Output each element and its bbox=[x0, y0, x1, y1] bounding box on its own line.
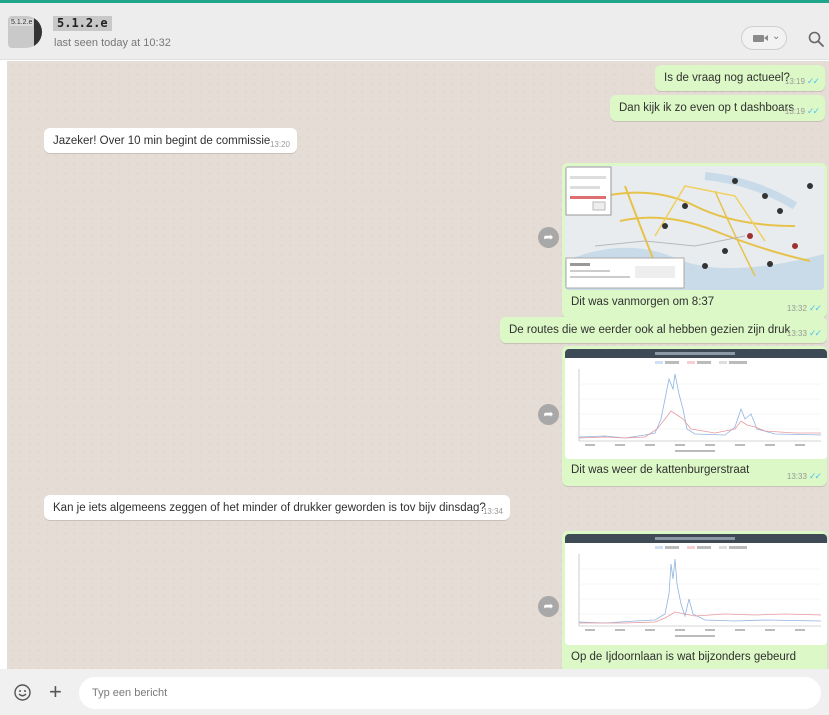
message-outgoing[interactable]: Dan kijk ik zo even op t dashboars 13:19… bbox=[610, 95, 825, 121]
video-camera-icon bbox=[753, 35, 764, 42]
chat-area[interactable]: Is de vraag nog actueel? 13:19 ✓✓ Dan kij… bbox=[7, 61, 829, 669]
message-outgoing-image[interactable]: Op de Ijdoornlaan is wat bijzonders gebe… bbox=[562, 531, 827, 669]
message-text: Kan je iets algemeens zeggen of het mind… bbox=[53, 502, 486, 514]
message-text: Is de vraag nog actueel? bbox=[664, 72, 790, 84]
avatar[interactable]: 5.1.2.e bbox=[8, 16, 42, 48]
message-time: 13:34 bbox=[482, 507, 503, 516]
map-image-graphic bbox=[565, 166, 824, 290]
message-outgoing[interactable]: Is de vraag nog actueel? 13:19 ✓✓ bbox=[655, 65, 825, 91]
avatar-label: 5.1.2.e bbox=[10, 19, 34, 26]
read-ticks-icon: ✓✓ bbox=[806, 106, 820, 116]
message-outgoing-image[interactable]: Dit was weer de kattenburgerstraat 13:33… bbox=[562, 346, 827, 486]
read-ticks-icon: ✓✓ bbox=[806, 76, 820, 86]
message-meta: 13:19 ✓✓ bbox=[784, 106, 820, 117]
search-icon[interactable] bbox=[808, 31, 824, 47]
message-outgoing-image[interactable]: Dit was vanmorgen om 8:37 13:32 ✓✓ bbox=[562, 163, 827, 318]
contact-name[interactable]: 5.1.2.e bbox=[53, 16, 112, 31]
chat-header: 5.1.2.e 5.1.2.e last seen today at 10:32… bbox=[0, 3, 829, 60]
message-time: 13:19 bbox=[784, 77, 805, 86]
message-input[interactable] bbox=[79, 677, 821, 709]
emoji-icon[interactable] bbox=[14, 684, 31, 701]
message-incoming[interactable]: Jazeker! Over 10 min begint de commissie… bbox=[44, 128, 297, 153]
message-caption: Dit was vanmorgen om 8:37 bbox=[571, 296, 715, 308]
message-incoming[interactable]: Kan je iets algemeens zeggen of het mind… bbox=[44, 495, 510, 520]
forward-icon[interactable]: ➦ bbox=[538, 227, 559, 248]
message-time: 13:33 bbox=[786, 472, 807, 481]
chevron-down-icon: ⌄ bbox=[772, 31, 781, 42]
message-meta: 13:33 ✓✓ bbox=[786, 328, 822, 339]
message-time: 13:19 bbox=[784, 107, 805, 116]
forward-icon[interactable]: ➦ bbox=[538, 596, 559, 617]
map-screenshot-image[interactable] bbox=[565, 166, 824, 290]
video-call-button[interactable]: ⌄ bbox=[741, 26, 787, 50]
avatar-shade bbox=[34, 16, 42, 48]
message-text: Dan kijk ik zo even op t dashboars bbox=[619, 102, 795, 114]
message-outgoing[interactable]: De routes die we eerder ook al hebben ge… bbox=[500, 317, 827, 343]
forward-icon[interactable]: ➦ bbox=[538, 404, 559, 425]
message-time: 13:32 bbox=[786, 304, 807, 313]
last-seen-status: last seen today at 10:32 bbox=[54, 37, 171, 49]
message-time: 13:33 bbox=[786, 329, 807, 338]
compose-bar: + bbox=[0, 669, 829, 715]
message-text: De routes die we eerder ook al hebben ge… bbox=[509, 324, 791, 336]
message-time: 13:20 bbox=[269, 140, 290, 149]
traffic-chart-graphic bbox=[565, 534, 827, 645]
message-meta: 13:19 ✓✓ bbox=[784, 76, 820, 87]
message-caption: Dit was weer de kattenburgerstraat bbox=[571, 464, 750, 476]
message-text: Jazeker! Over 10 min begint de commissie bbox=[53, 135, 271, 147]
read-ticks-icon: ✓✓ bbox=[808, 471, 822, 481]
read-ticks-icon: ✓✓ bbox=[808, 303, 822, 313]
traffic-chart-graphic bbox=[565, 349, 827, 459]
plus-icon[interactable]: + bbox=[49, 681, 62, 703]
message-caption: Op de Ijdoornlaan is wat bijzonders gebe… bbox=[571, 651, 797, 663]
message-meta: 13:33 ✓✓ bbox=[786, 471, 822, 482]
video-camera-lens-icon bbox=[764, 35, 768, 41]
traffic-chart-image[interactable] bbox=[565, 349, 827, 459]
read-ticks-icon: ✓✓ bbox=[808, 328, 822, 338]
traffic-chart-image[interactable] bbox=[565, 534, 827, 645]
message-meta: 13:32 ✓✓ bbox=[786, 303, 822, 314]
